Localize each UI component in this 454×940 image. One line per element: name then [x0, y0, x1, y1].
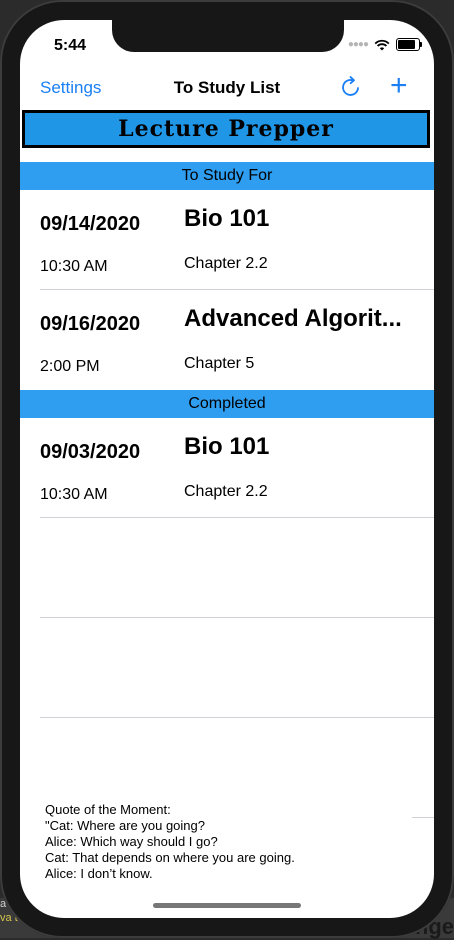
quote-line: Alice: I don’t know.: [45, 866, 153, 881]
home-indicator: [153, 903, 301, 908]
item-title: Advanced Algorit...: [184, 305, 402, 332]
item-chapter: Chapter 2.2: [184, 483, 268, 500]
item-title: Bio 101: [184, 205, 270, 232]
status-time: 5:44: [54, 37, 87, 54]
row-separator: [40, 717, 434, 718]
app-screen: 5:44 ●●●● Settings To Study List + Lectu…: [20, 20, 434, 918]
item-time: 10:30 AM: [40, 486, 108, 503]
add-button[interactable]: +: [390, 71, 408, 101]
item-date: 09/03/2020: [40, 441, 141, 463]
quote-line: "Cat: Where are you going?: [45, 818, 205, 833]
signal-icon: ●●●●: [347, 39, 369, 50]
notch: [112, 20, 344, 52]
quote-line: Alice: Which way should I go?: [45, 834, 218, 849]
row-separator: [40, 617, 434, 618]
item-title: Bio 101: [184, 433, 270, 460]
study-item-row[interactable]: 09/16/2020 Advanced Algorit... 2:00 PM C…: [20, 290, 434, 390]
status-icons: ●●●●: [347, 38, 422, 51]
section-header: To Study For: [20, 162, 434, 190]
section-header: Completed: [20, 390, 434, 418]
item-time: 10:30 AM: [40, 258, 108, 275]
page-title: To Study List: [173, 78, 281, 97]
study-item-row[interactable]: 09/03/2020 Bio 101 10:30 AM Chapter 2.2: [20, 418, 434, 518]
item-date: 09/16/2020: [40, 313, 141, 335]
wifi-icon: [374, 39, 390, 50]
study-item-row[interactable]: 09/14/2020 Bio 101 10:30 AM Chapter 2.2: [20, 190, 434, 290]
item-time: 2:00 PM: [40, 358, 100, 375]
item-date: 09/14/2020: [40, 213, 141, 235]
item-chapter: Chapter 2.2: [184, 255, 268, 272]
quote-heading: Quote of the Moment:: [45, 802, 171, 817]
refresh-icon[interactable]: [338, 74, 364, 100]
quote-line: Cat: That depends on where you are going…: [45, 850, 295, 865]
quote-of-the-moment: Quote of the Moment: "Cat: Where are you…: [45, 802, 295, 882]
row-separator: [40, 517, 434, 518]
phone-frame: 5:44 ●●●● Settings To Study List + Lectu…: [0, 0, 454, 938]
banner-title: Lecture Prepper: [118, 116, 334, 142]
item-chapter: Chapter 5: [184, 355, 255, 372]
app-banner: Lecture Prepper: [22, 110, 430, 148]
battery-icon: [396, 38, 422, 51]
navigation-bar: Settings To Study List +: [20, 71, 434, 108]
row-separator: [412, 817, 434, 818]
